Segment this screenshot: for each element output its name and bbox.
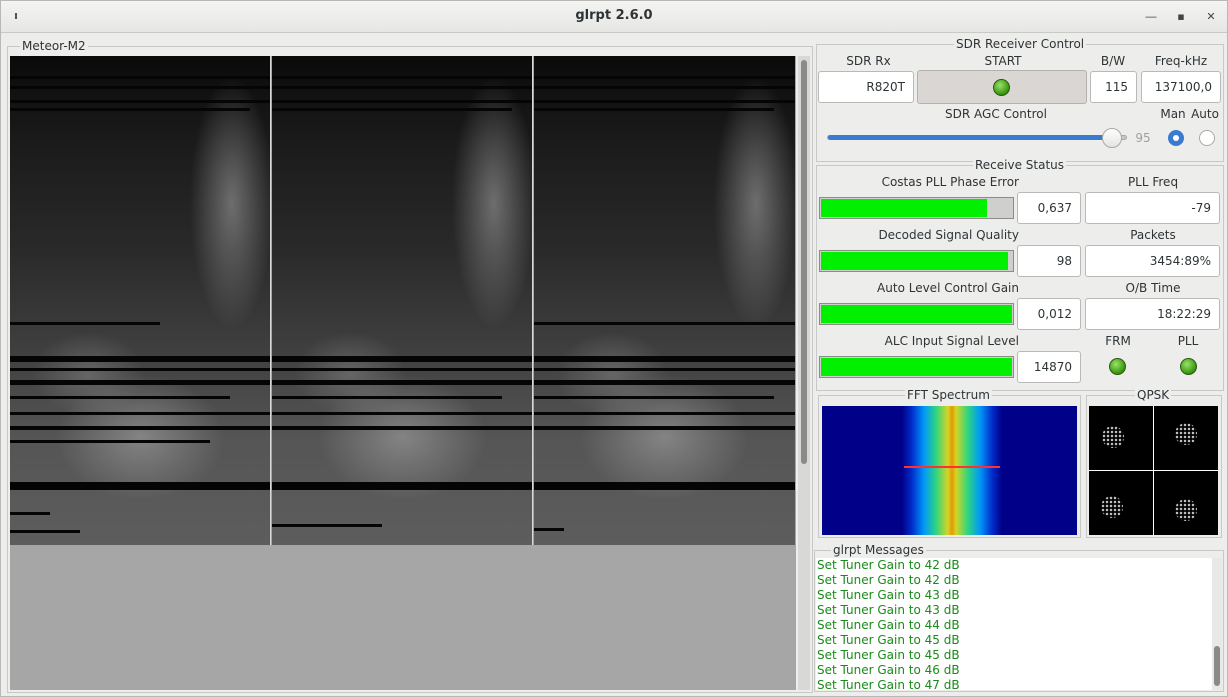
- agc-label: SDR AGC Control: [945, 107, 1047, 121]
- pll-led: [1180, 358, 1197, 375]
- fft-center-line: [904, 466, 1000, 468]
- window-title: glrpt 2.6.0: [575, 8, 653, 23]
- message-line: Set Tuner Gain to 42 dB: [817, 558, 960, 572]
- start-status-led: [993, 79, 1010, 96]
- agc-slider[interactable]: [827, 135, 1127, 140]
- pll-freq-value: -79: [1085, 192, 1220, 224]
- sdr-control-label: SDR Receiver Control: [954, 37, 1087, 51]
- quality-bar: [819, 250, 1014, 272]
- ob-time-value: 18:22:29: [1085, 298, 1220, 330]
- sdr-rx-label: SDR Rx: [846, 54, 891, 68]
- qpsk-constellation-display: [1089, 406, 1218, 535]
- qpsk-cluster: [1102, 426, 1124, 448]
- message-line: Set Tuner Gain to 45 dB: [817, 633, 960, 647]
- fft-label: FFT Spectrum: [905, 388, 992, 402]
- main-window: glrpt 2.6.0 ― ▪ ✕ Meteor-M2 SDR Receiver…: [0, 0, 1228, 697]
- alc-input-bar: [819, 356, 1014, 378]
- minimize-icon[interactable]: ―: [1143, 9, 1159, 25]
- quality-value: 98: [1017, 245, 1081, 277]
- pll-label: PLL: [1177, 334, 1199, 348]
- auto-radio[interactable]: [1199, 130, 1215, 146]
- man-label: Man: [1160, 107, 1186, 121]
- fft-signal-band: [902, 406, 1002, 535]
- messages-scrollbar[interactable]: [1212, 558, 1222, 690]
- pll-freq-label: PLL Freq: [1127, 175, 1179, 189]
- message-line: Set Tuner Gain to 47 dB: [817, 678, 960, 690]
- fft-spectrum-display: [822, 406, 1077, 535]
- title-bar: glrpt 2.6.0 ― ▪ ✕: [1, 1, 1227, 33]
- satellite-image-area: [10, 56, 796, 690]
- alc-input-bar-fill: [821, 358, 1012, 376]
- frm-led: [1109, 358, 1126, 375]
- freq-field[interactable]: 137100,0: [1141, 71, 1221, 103]
- image-channel-2: [272, 56, 533, 545]
- image-channel-1: [10, 56, 271, 545]
- packets-label: Packets: [1130, 228, 1176, 242]
- bw-label: B/W: [1100, 54, 1126, 68]
- agc-slider-knob[interactable]: [1102, 128, 1122, 148]
- message-line: Set Tuner Gain to 45 dB: [817, 648, 960, 662]
- alc-gain-bar: [819, 303, 1014, 325]
- maximize-icon[interactable]: ▪: [1173, 9, 1189, 25]
- alc-gain-label: Auto Level Control Gain: [877, 281, 1019, 295]
- freq-label: Freq-kHz: [1154, 54, 1208, 68]
- qpsk-axis-vertical: [1153, 406, 1154, 535]
- qpsk-cluster: [1175, 423, 1197, 445]
- agc-value: 95: [1135, 131, 1151, 145]
- message-line: Set Tuner Gain to 46 dB: [817, 663, 960, 677]
- close-icon[interactable]: ✕: [1203, 9, 1219, 25]
- costas-bar: [819, 197, 1014, 219]
- ob-time-label: O/B Time: [1125, 281, 1181, 295]
- alc-input-value: 14870: [1017, 351, 1081, 383]
- start-button[interactable]: [917, 70, 1087, 104]
- messages-label: glrpt Messages: [831, 543, 926, 557]
- frm-label: FRM: [1105, 334, 1131, 348]
- costas-bar-fill: [821, 199, 987, 217]
- man-radio[interactable]: [1168, 130, 1184, 146]
- image-scrollbar-thumb[interactable]: [801, 60, 807, 464]
- message-line: Set Tuner Gain to 44 dB: [817, 618, 960, 632]
- message-line: Set Tuner Gain to 43 dB: [817, 588, 960, 602]
- message-line: Set Tuner Gain to 43 dB: [817, 603, 960, 617]
- qpsk-cluster: [1101, 496, 1123, 518]
- start-label: START: [984, 54, 1022, 68]
- messages-scrollbar-thumb[interactable]: [1214, 646, 1220, 686]
- qpsk-label: QPSK: [1135, 388, 1172, 402]
- alc-gain-bar-fill: [821, 305, 1012, 323]
- message-line: Set Tuner Gain to 42 dB: [817, 573, 960, 587]
- quality-bar-fill: [821, 252, 1008, 270]
- image-vertical-scrollbar[interactable]: [798, 56, 810, 690]
- bw-field[interactable]: 115: [1090, 71, 1137, 103]
- costas-value: 0,637: [1017, 192, 1081, 224]
- receive-status-label: Receive Status: [973, 158, 1067, 172]
- image-frame-label: Meteor-M2: [20, 39, 88, 53]
- packets-value: 3454:89%: [1085, 245, 1220, 277]
- alc-input-label: ALC Input Signal Level: [884, 334, 1019, 348]
- qpsk-cluster: [1175, 499, 1197, 521]
- image-channel-3: [534, 56, 795, 545]
- auto-label: Auto: [1191, 107, 1219, 121]
- messages-log[interactable]: Set Tuner Gain to 42 dB Set Tuner Gain t…: [816, 558, 1212, 690]
- agc-slider-fill: [828, 135, 1113, 140]
- sdr-rx-field[interactable]: R820T: [818, 71, 914, 103]
- costas-label: Costas PLL Phase Error: [881, 175, 1019, 189]
- quality-label: Decoded Signal Quality: [878, 228, 1019, 242]
- alc-gain-value: 0,012: [1017, 298, 1081, 330]
